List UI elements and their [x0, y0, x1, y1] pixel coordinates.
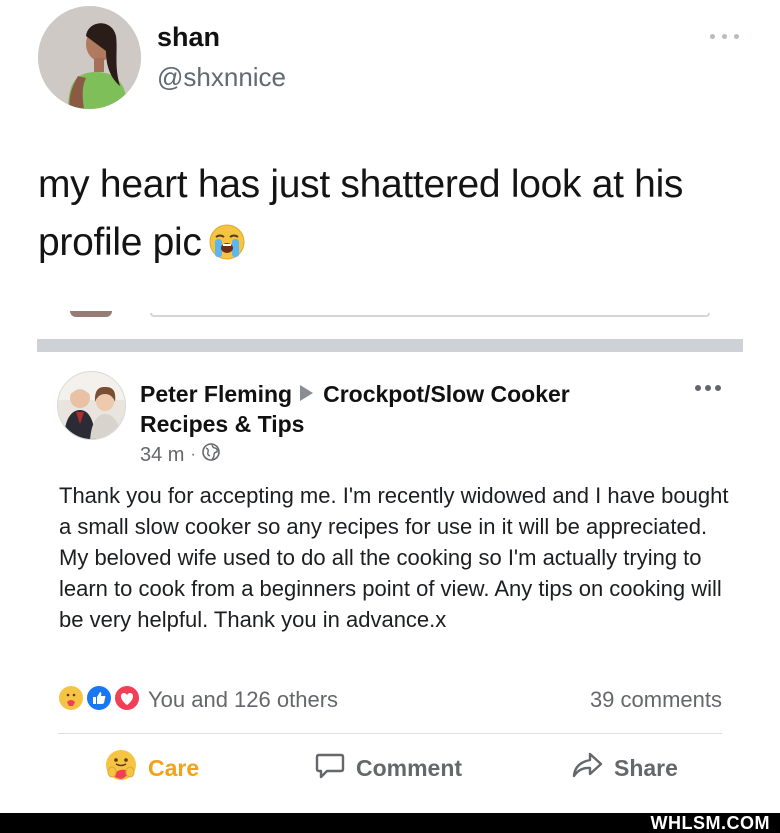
couple-photo-icon — [58, 372, 125, 439]
like-icon — [85, 684, 113, 712]
post-meta: 34 m · — [140, 443, 220, 467]
action-divider — [58, 733, 722, 734]
profile-photo-icon — [38, 6, 141, 109]
care-button[interactable]: Care — [104, 748, 199, 788]
tweet-author-handle[interactable]: @shxnnice — [157, 62, 286, 93]
post-options-icon[interactable] — [693, 382, 725, 394]
share-icon — [570, 749, 604, 787]
loudly-crying-face-icon — [208, 220, 246, 278]
comment-button[interactable]: Comment — [314, 748, 462, 788]
comment-icon — [314, 749, 346, 787]
post-author-name[interactable]: Peter Fleming — [140, 381, 292, 407]
tweet-avatar[interactable] — [38, 6, 141, 109]
care-label: Care — [148, 754, 200, 781]
cropped-input-edge — [150, 313, 710, 317]
care-icon — [57, 684, 85, 712]
care-icon — [104, 748, 138, 788]
love-icon — [113, 684, 141, 712]
tweet-text-content: my heart has just shattered look at his … — [38, 163, 684, 264]
post-body: Thank you for accepting me. I'm recently… — [59, 483, 729, 632]
share-button[interactable]: Share — [570, 748, 678, 788]
meta-separator: · — [190, 446, 196, 463]
arrow-right-icon — [300, 385, 314, 401]
watermark-bar: WHLSM.COM — [0, 813, 780, 833]
section-divider — [37, 339, 743, 352]
tweet-author-name[interactable]: shan — [157, 22, 220, 53]
globe-icon — [201, 443, 220, 467]
reaction-icons[interactable] — [57, 684, 147, 714]
comments-count[interactable]: 39 comments — [590, 687, 722, 713]
watermark-text: WHLSM.COM — [650, 813, 770, 833]
comment-label: Comment — [356, 754, 463, 781]
post-header: Peter Fleming Crockpot/Slow Cooker Recipe… — [140, 379, 660, 439]
share-label: Share — [614, 754, 678, 781]
tweet-text: my heart has just shattered look at his … — [38, 156, 758, 278]
cropped-avatar-edge — [70, 311, 112, 317]
post-author-avatar[interactable] — [57, 371, 126, 440]
post-timestamp[interactable]: 34 m — [140, 444, 184, 467]
more-options-icon[interactable] — [708, 30, 742, 44]
reaction-summary[interactable]: You and 126 others — [148, 687, 338, 713]
